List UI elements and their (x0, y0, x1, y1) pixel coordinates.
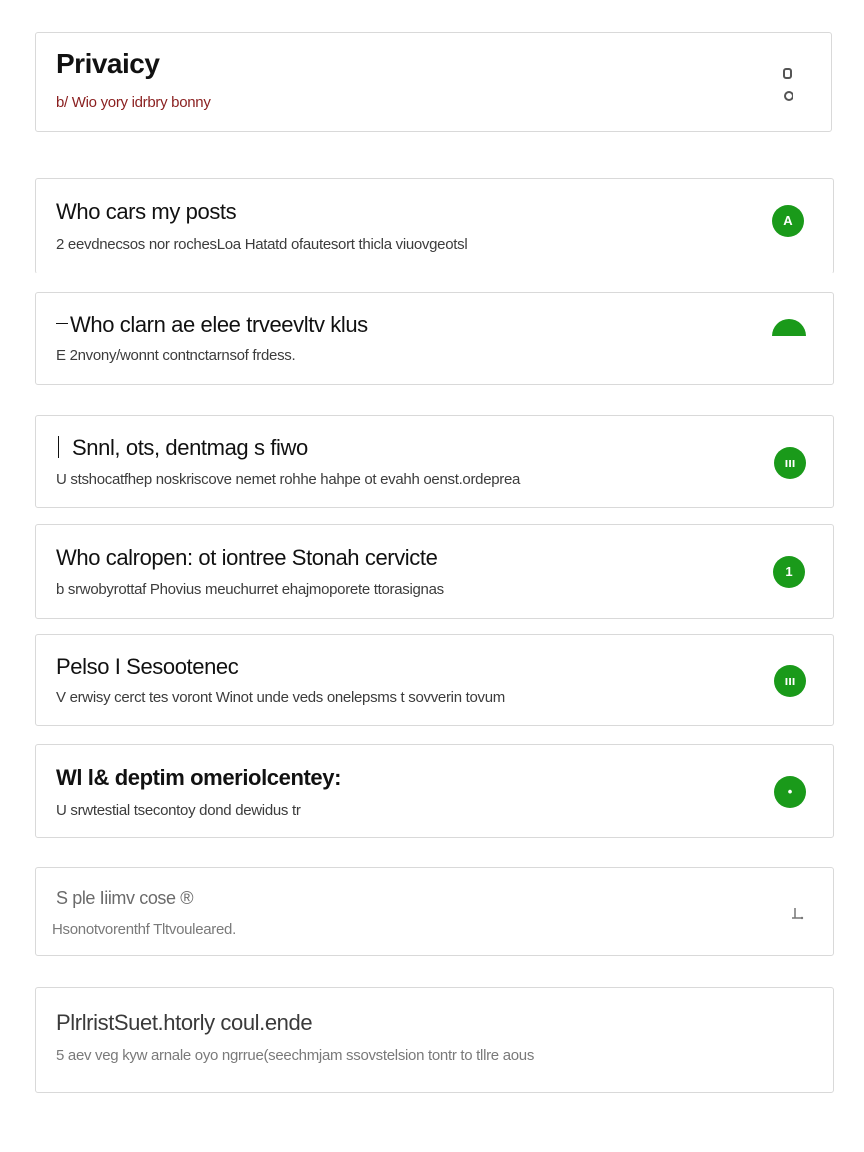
toggle-label: ııı (784, 455, 796, 470)
setting-description: U srwtestial tsecontoy dond dewidus tr (56, 802, 301, 819)
toggle-label: 1 (785, 564, 793, 579)
setting-toggle[interactable] (772, 319, 806, 336)
setting-description: 2 eevdnecsos nor rochesLoa Hatatd ofaute… (56, 236, 468, 253)
setting-row-personal-sesootenec[interactable]: Pelso I Sesootenec V erwisy cerct tes vo… (35, 634, 834, 726)
setting-title: S ple Iiimv cose ® (56, 888, 194, 908)
setting-toggle[interactable]: A (772, 205, 804, 237)
toggle-label: A (783, 213, 793, 228)
setting-toggle[interactable]: 1 (773, 556, 805, 588)
page-title: Privaicy (56, 48, 160, 79)
setting-toggle[interactable]: • (774, 776, 806, 808)
cursor-bar-icon (58, 436, 59, 458)
setting-description: E 2nvony/wonnt contnctarnsof frdess. (56, 347, 296, 364)
setting-description: U stshocatfhep noskriscove nemet rohhe h… (56, 471, 521, 488)
setting-description: 5 aev veg kyw arnale oyo ngrrue(seechmja… (56, 1047, 535, 1064)
setting-title: Who clarn ae elee trveevltv klus (70, 312, 368, 337)
setting-row-departed-content[interactable]: Wl l& deptim omeriolcentey: U srwtestial… (35, 744, 834, 838)
setting-title: PlrlristSuet.htorly coul.ende (56, 1010, 313, 1035)
setting-row-who-sees-posts[interactable]: Who cars my posts 2 eevdnecsos nor roche… (35, 178, 834, 274)
toggle-label: • (787, 784, 793, 799)
setting-toggle[interactable]: ııı (774, 665, 806, 697)
toggle-label: ııı (784, 673, 796, 688)
setting-title: Pelso I Sesootenec (56, 654, 239, 679)
dash-icon (56, 323, 68, 324)
privacy-header-card: Privaicy b/ Wio yory idrbry bonny (35, 32, 832, 132)
setting-row-personal-service[interactable]: Who calropen: ot iontree Stonah cervicte… (35, 524, 834, 619)
page-subtitle: b/ Wio yory idrbry bonny (56, 94, 211, 111)
setting-description: b srwobyrottaf Phovius meuchurret ehajmo… (56, 581, 444, 598)
setting-title: Who calropen: ot iontree Stonah cervicte (56, 545, 438, 570)
setting-row-tagging[interactable]: Snnl, ots, dentmag s fiwo U stshocatfhep… (35, 415, 834, 508)
setting-description: V erwisy cerct tes voront Winot unde ved… (56, 689, 505, 706)
setting-row-who-can-see-friends[interactable]: Who clarn ae elee trveevltv klus E 2nvon… (35, 292, 834, 385)
info-icon[interactable] (790, 906, 806, 922)
setting-title: Snnl, ots, dentmag s fiwo (72, 435, 308, 460)
setting-row-privacy-history[interactable]: PlrlristSuet.htorly coul.ende 5 aev veg … (35, 987, 834, 1093)
setting-title: Who cars my posts (56, 199, 237, 224)
setting-title: Wl l& deptim omeriolcentey: (56, 765, 342, 790)
setting-toggle[interactable]: ııı (774, 447, 806, 479)
lock-icon[interactable] (783, 67, 793, 103)
setting-row-simple-lime-case[interactable]: S ple Iiimv cose ® Hsonotvorenthf Tltvou… (35, 867, 834, 956)
setting-description: Hsonotvorenthf Tltvouleared. (52, 921, 236, 938)
